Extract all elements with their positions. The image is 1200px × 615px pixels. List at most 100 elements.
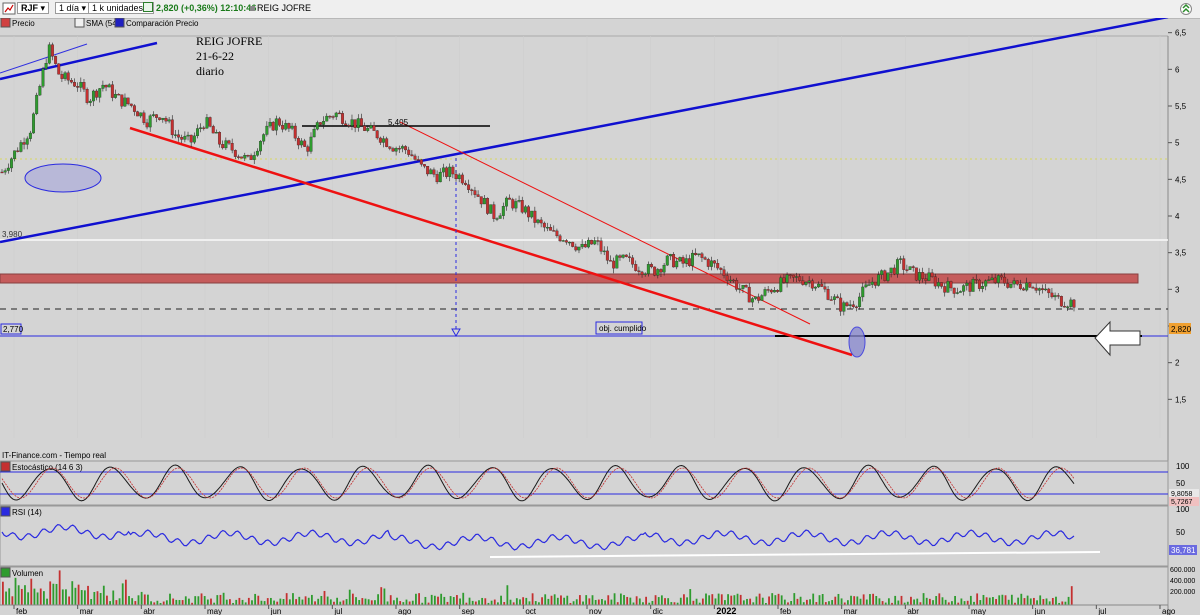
candle-body bbox=[687, 258, 691, 266]
volume-bar bbox=[370, 600, 373, 605]
candle-body bbox=[293, 125, 297, 139]
candle-body bbox=[624, 254, 628, 257]
candle-body bbox=[558, 235, 562, 242]
volume-bar bbox=[916, 598, 919, 605]
candle-body bbox=[870, 281, 874, 285]
volume-bar bbox=[162, 601, 165, 605]
volume-bar bbox=[42, 591, 45, 605]
candle-body bbox=[432, 169, 436, 175]
volume-bar bbox=[995, 599, 997, 605]
candle-body bbox=[41, 68, 45, 87]
volume-bar bbox=[247, 597, 250, 605]
volume-bar bbox=[887, 598, 890, 605]
volume-toggle[interactable] bbox=[0, 567, 11, 578]
toggle-price-box[interactable] bbox=[0, 18, 11, 28]
toggle-compare-box[interactable] bbox=[114, 18, 125, 28]
candle-body bbox=[590, 239, 594, 245]
chart-canvas[interactable]: Precio SMA (54) Comparación Precio 6,5 6 5… bbox=[0, 18, 1200, 615]
candle-body bbox=[514, 201, 518, 209]
candle-body bbox=[760, 295, 764, 301]
volume-bar bbox=[1048, 601, 1051, 605]
volume-bar bbox=[408, 601, 411, 605]
candle-body bbox=[246, 155, 250, 157]
candle-body bbox=[290, 125, 294, 129]
candle-body bbox=[889, 267, 893, 273]
candle-body bbox=[69, 80, 73, 83]
candle-body bbox=[1041, 288, 1044, 291]
candle-body bbox=[851, 304, 855, 307]
candle-body bbox=[208, 117, 212, 127]
candle-body bbox=[60, 74, 64, 79]
candle-body bbox=[631, 257, 635, 265]
price-tick-label: 3 bbox=[1175, 285, 1180, 294]
volume-bar bbox=[405, 599, 408, 605]
volume-bar bbox=[954, 595, 956, 605]
volume-bar bbox=[90, 598, 93, 605]
interval-dropdown[interactable]: 1 día ▾ bbox=[55, 2, 91, 15]
volume-bar bbox=[188, 598, 190, 605]
chart-menu-icon[interactable] bbox=[2, 2, 16, 15]
candle-body bbox=[703, 257, 707, 260]
month-label: feb bbox=[16, 607, 28, 615]
volume-bar bbox=[544, 594, 547, 605]
volume-bar bbox=[664, 598, 666, 605]
candle-body bbox=[804, 281, 808, 285]
candle-body bbox=[586, 239, 590, 248]
volume-bar bbox=[522, 597, 525, 605]
candle-body bbox=[612, 260, 616, 269]
candle-body bbox=[435, 174, 439, 183]
volume-bar bbox=[790, 601, 793, 605]
volume-bar bbox=[963, 601, 966, 605]
volume-bar bbox=[443, 596, 446, 605]
candle-body bbox=[328, 115, 332, 118]
candle-body bbox=[609, 260, 612, 262]
candle-body bbox=[892, 267, 896, 275]
candle-body bbox=[810, 280, 814, 289]
volume-bar bbox=[727, 594, 729, 605]
volume-bar bbox=[200, 593, 203, 605]
candle-body bbox=[132, 105, 136, 112]
volume-bar bbox=[336, 597, 339, 605]
symbol-dropdown[interactable]: RJF ▾ bbox=[17, 2, 50, 15]
candle-body bbox=[397, 148, 401, 150]
candle-body bbox=[836, 296, 839, 299]
rsi-toggle[interactable] bbox=[0, 506, 11, 517]
candle-body bbox=[464, 182, 467, 185]
candle-body bbox=[533, 210, 537, 223]
candle-body bbox=[1069, 299, 1073, 307]
volume-bar bbox=[566, 595, 569, 605]
candle-body bbox=[419, 159, 423, 165]
volume-bar bbox=[928, 598, 931, 605]
month-label: mar bbox=[80, 607, 94, 615]
candle-body bbox=[205, 117, 209, 129]
volume-bar bbox=[270, 597, 272, 605]
rsi-panel: RSI (14) 100 50 36,781 bbox=[0, 505, 1197, 567]
volume-bar bbox=[326, 596, 329, 605]
candle-body bbox=[1012, 280, 1016, 285]
candle-body bbox=[28, 132, 32, 139]
toggle-sma-box[interactable] bbox=[74, 18, 85, 28]
volume-bar bbox=[216, 595, 219, 605]
volume-bar bbox=[471, 600, 474, 605]
candle-body bbox=[145, 122, 149, 128]
volume-bar bbox=[449, 596, 452, 605]
price-tick-label: 6,5 bbox=[1175, 29, 1187, 38]
candle-body bbox=[1022, 288, 1026, 291]
peak-label: 5,405 bbox=[388, 118, 409, 127]
volume-bar bbox=[27, 592, 30, 605]
scroll-right-icon[interactable] bbox=[1175, 3, 1197, 15]
volume-bar bbox=[99, 593, 102, 605]
candle-body bbox=[883, 270, 887, 281]
candle-body bbox=[114, 93, 117, 98]
volume-bar bbox=[806, 599, 808, 605]
volume-bar bbox=[282, 599, 285, 605]
candle-body bbox=[1066, 306, 1070, 308]
volume-bar bbox=[118, 598, 121, 605]
month-label: dic bbox=[653, 607, 663, 615]
volume-bar bbox=[733, 595, 736, 605]
candle-body bbox=[858, 296, 862, 307]
volume-bar bbox=[1004, 595, 1007, 605]
stochastic-toggle[interactable] bbox=[0, 461, 11, 472]
volume-bar bbox=[932, 600, 934, 605]
volume-bar bbox=[853, 596, 856, 605]
